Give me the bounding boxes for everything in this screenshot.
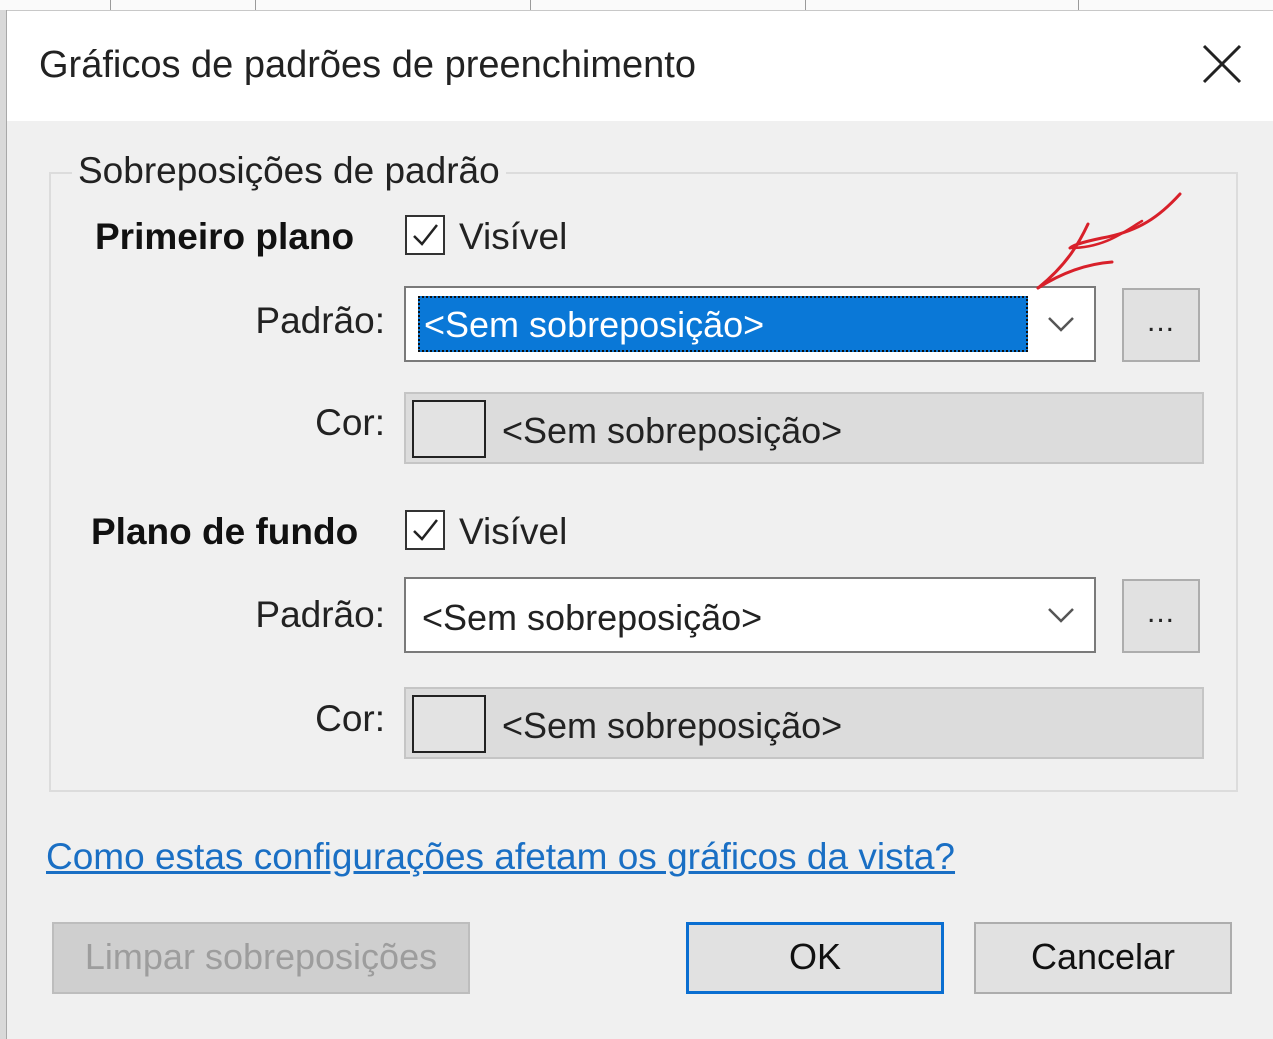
foreground-section-label: Primeiro plano <box>95 216 355 257</box>
foreground-color-label: Cor: <box>315 402 385 443</box>
ok-button[interactable]: OK <box>686 922 944 994</box>
background-window-strip <box>0 0 1273 11</box>
foreground-color-button[interactable]: <Sem sobreposição> <box>404 392 1204 464</box>
background-section-label: Plano de fundo <box>91 511 359 552</box>
checkmark-icon <box>413 224 438 246</box>
foreground-pattern-browse-button[interactable]: ... <box>1122 288 1200 362</box>
chevron-down-icon <box>1048 317 1074 332</box>
background-color-value: <Sem sobreposição> <box>502 705 843 746</box>
cancel-button[interactable]: Cancelar <box>974 922 1232 994</box>
background-pattern-browse-button[interactable]: ... <box>1122 579 1200 653</box>
background-pattern-value: <Sem sobreposição> <box>422 597 763 638</box>
background-color-button[interactable]: <Sem sobreposição> <box>404 687 1204 759</box>
chevron-down-icon <box>1048 608 1074 623</box>
background-pattern-dropdown[interactable]: <Sem sobreposição> <box>404 577 1096 653</box>
close-button[interactable] <box>1199 41 1245 87</box>
color-swatch <box>412 695 486 753</box>
foreground-visible-label[interactable]: Visível <box>459 216 567 258</box>
strip-divider <box>1078 0 1079 10</box>
dialog-title: Gráficos de padrões de preenchimento <box>39 44 696 86</box>
background-visible-label[interactable]: Visível <box>459 511 567 553</box>
selected-item-highlight: <Sem sobreposição> <box>418 296 1028 352</box>
background-color-label: Cor: <box>315 698 385 739</box>
strip-divider <box>110 0 111 10</box>
title-bar: Gráficos de padrões de preenchimento <box>7 11 1273 121</box>
close-icon <box>1202 44 1242 84</box>
help-link[interactable]: Como estas configurações afetam os gráfi… <box>46 836 955 878</box>
foreground-visible-checkbox[interactable] <box>405 215 445 255</box>
dialog-left-edge <box>0 10 7 1039</box>
strip-divider <box>805 0 806 10</box>
checkmark-icon <box>413 519 438 541</box>
group-legend: Sobreposições de padrão <box>72 150 506 192</box>
strip-divider <box>530 0 531 10</box>
foreground-pattern-dropdown[interactable]: <Sem sobreposição> <box>404 286 1096 362</box>
foreground-color-value: <Sem sobreposição> <box>502 410 843 451</box>
clear-overrides-button[interactable]: Limpar sobreposições <box>52 922 470 994</box>
foreground-pattern-label: Padrão: <box>255 300 385 341</box>
strip-divider <box>255 0 256 10</box>
background-visible-checkbox[interactable] <box>405 510 445 550</box>
color-swatch <box>412 400 486 458</box>
background-pattern-label: Padrão: <box>255 594 385 635</box>
foreground-pattern-value: <Sem sobreposição> <box>424 304 765 345</box>
